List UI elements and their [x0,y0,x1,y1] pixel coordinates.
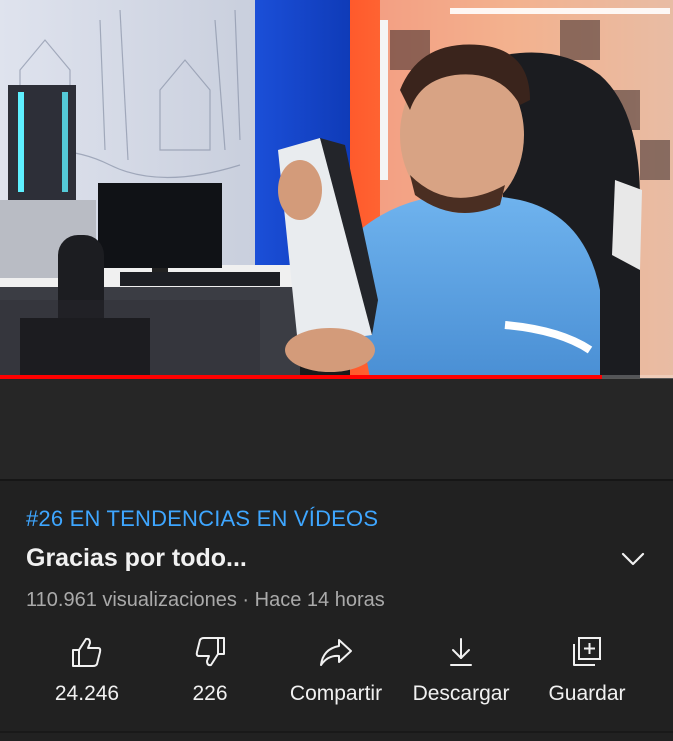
player-blank-area [0,379,673,479]
playlist-add-icon [573,637,601,666]
save-to-playlist-button[interactable]: Guardar [540,632,634,706]
video-title[interactable]: Gracias por todo... [26,544,247,573]
dislike-button[interactable]: 226 [170,632,250,706]
video-frame-image [0,0,673,378]
download-label: Descargar [412,682,510,705]
dislike-count: 226 [192,682,228,705]
video-view-count-and-date: 110.961 visualizaciones · Hace 14 horas [26,589,385,611]
like-count: 24.246 [54,682,120,705]
save-label: Guardar [548,682,626,705]
share-icon [320,639,352,666]
thumbs-up-icon [72,637,102,667]
trending-badge-link[interactable]: #26 EN TENDENCIAS EN VÍDEOS [26,506,378,532]
thumbs-down-icon [195,637,225,667]
like-button[interactable]: 24.246 [42,632,132,706]
share-button[interactable]: Compartir [281,632,391,706]
video-actions-bar: 24.246 226 Compartir Descargar Guardar [0,632,673,722]
download-button[interactable]: Descargar [407,632,515,706]
expand-description-button[interactable] [614,544,652,574]
video-watch-page: #26 EN TENDENCIAS EN VÍDEOS Gracias por … [0,0,673,741]
share-label: Compartir [289,682,383,705]
chevron-down-icon [621,552,645,566]
section-divider [0,731,673,733]
divider [0,479,673,481]
video-player[interactable] [0,0,673,378]
download-icon [450,638,472,666]
